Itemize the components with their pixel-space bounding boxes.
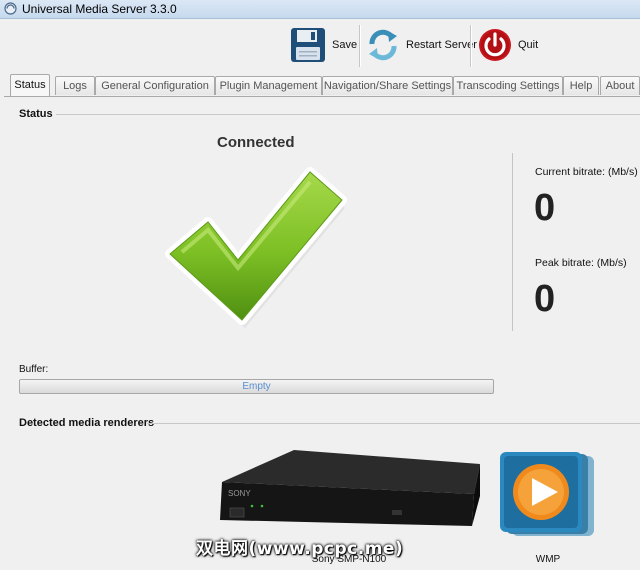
bitrate-divider xyxy=(512,153,513,331)
current-bitrate-label: Current bitrate: (Mb/s) xyxy=(535,166,638,178)
sony-player-icon[interactable]: SONY xyxy=(214,446,482,532)
renderers-section-divider xyxy=(147,423,640,424)
quit-label: Quit xyxy=(518,39,539,51)
buffer-progress-text: Empty xyxy=(242,381,271,392)
svg-text:SONY: SONY xyxy=(228,489,251,498)
tab-help[interactable]: Help xyxy=(563,76,599,95)
current-bitrate-value: 0 xyxy=(534,187,556,229)
peak-bitrate-label: Peak bitrate: (Mb/s) xyxy=(535,257,627,269)
refresh-icon xyxy=(369,29,397,61)
save-button[interactable]: Save xyxy=(290,23,357,67)
window-title: Universal Media Server 3.3.0 xyxy=(22,2,177,16)
status-section-title: Status xyxy=(19,108,53,120)
quit-button[interactable]: Quit xyxy=(478,23,538,67)
power-icon xyxy=(479,29,511,61)
toolbar: Save Restart Server Quit xyxy=(0,19,640,71)
tab-panel-border xyxy=(4,96,640,97)
save-label: Save xyxy=(332,39,358,51)
restart-server-button[interactable]: Restart Server xyxy=(366,23,477,67)
watermark-text: 双电网(www.pcpc.me) xyxy=(196,539,404,559)
connection-status-text: Connected xyxy=(217,134,295,151)
restart-server-label: Restart Server xyxy=(406,39,477,51)
floppy-disk-icon xyxy=(291,28,325,62)
checkmark-icon xyxy=(165,167,347,328)
buffer-label: Buffer: xyxy=(19,364,49,375)
tab-plugin-management[interactable]: Plugin Management xyxy=(215,76,322,95)
tab-status[interactable]: Status xyxy=(10,74,50,97)
windows-media-player-icon[interactable] xyxy=(500,450,598,542)
renderers-section-title: Detected media renderers xyxy=(19,417,155,429)
tab-logs[interactable]: Logs xyxy=(55,76,95,95)
peak-bitrate-value: 0 xyxy=(534,278,556,320)
tab-transcoding-settings[interactable]: Transcoding Settings xyxy=(453,76,563,95)
renderer-label-wmp: WMP xyxy=(535,554,561,565)
title-bar: Universal Media Server 3.3.0 xyxy=(0,0,640,19)
toolbar-separator xyxy=(359,25,361,67)
buffer-progress-bar: Empty xyxy=(19,379,494,394)
tab-general-configuration[interactable]: General Configuration xyxy=(95,76,215,95)
status-section-divider xyxy=(56,114,640,115)
app-icon xyxy=(4,2,17,15)
tab-about[interactable]: About xyxy=(600,76,640,95)
tab-navigation-share-settings[interactable]: Navigation/Share Settings xyxy=(322,76,453,95)
toolbar-separator xyxy=(470,25,472,67)
